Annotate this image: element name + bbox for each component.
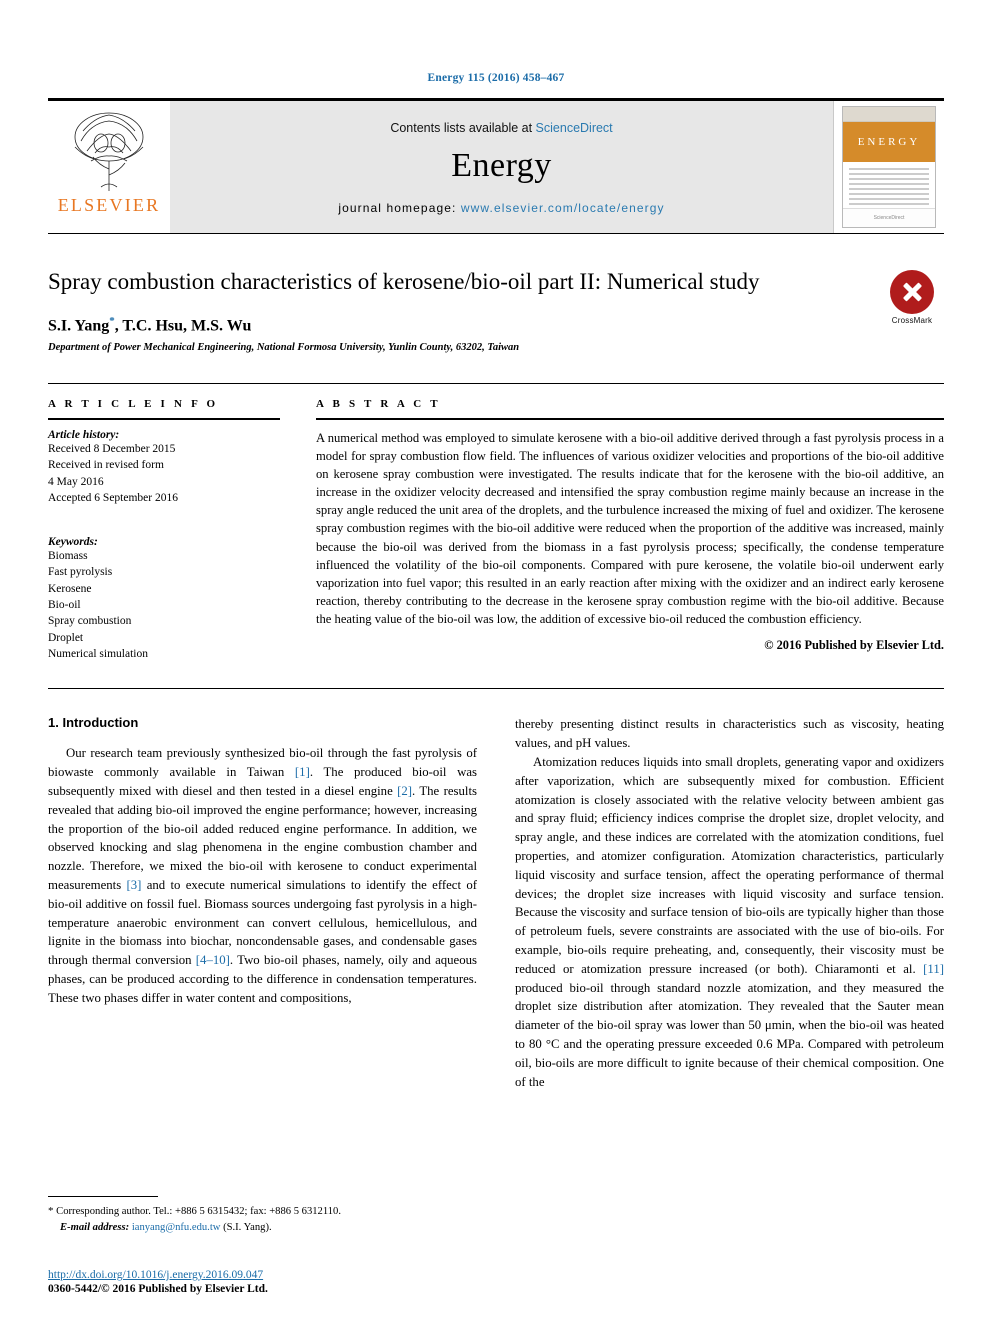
abstract-rule — [316, 417, 944, 420]
abstract-heading: A B S T R A C T — [316, 397, 441, 410]
info-abstract-section: A R T I C L E I N F O Article history: R… — [48, 382, 944, 663]
section-title-introduction: 1. Introduction — [48, 715, 139, 731]
abstract-text: A numerical method was employed to simul… — [316, 430, 944, 627]
doi-link[interactable]: http://dx.doi.org/10.1016/j.energy.2016.… — [48, 1269, 548, 1281]
footnote-corresponding-text: Corresponding author. Tel.: +886 5 63154… — [53, 1205, 342, 1217]
author-first: S.I. Yang — [48, 316, 110, 334]
affiliation: Department of Power Mechanical Engineeri… — [48, 341, 520, 353]
body-column-left: 1. Introduction Our research team previo… — [48, 715, 477, 1091]
cover-placeholder-lines — [843, 162, 935, 205]
article-history-item: Received in revised form — [48, 459, 164, 472]
abstract-column: A B S T R A C T A numerical method was e… — [316, 398, 944, 663]
citation-ref-2[interactable]: [2] — [397, 784, 412, 798]
homepage-line: journal homepage: www.elsevier.com/locat… — [338, 201, 664, 215]
article-info-rule — [48, 417, 280, 420]
body-columns: 1. Introduction Our research team previo… — [48, 715, 944, 1091]
issn-copyright-line: 0360-5442/© 2016 Published by Elsevier L… — [48, 1283, 268, 1295]
email-link[interactable]: ianyang@nfu.edu.tw — [132, 1222, 221, 1233]
keywords-label: Keywords: — [48, 536, 98, 549]
journal-cover-thumbnail: ENERGY ScienceDirect — [842, 106, 936, 228]
keyword-item: Droplet — [48, 631, 84, 644]
masthead-center: Contents lists available at ScienceDirec… — [170, 101, 833, 233]
citation-ref-1[interactable]: [1] — [295, 765, 310, 779]
citation-ref-3[interactable]: [3] — [127, 878, 142, 892]
elsevier-wordmark: ELSEVIER — [57, 195, 161, 215]
contents-prefix: Contents lists available at — [390, 121, 536, 135]
cover-footer-text: ScienceDirect — [843, 208, 935, 227]
article-history-item: 4 May 2016 — [48, 475, 104, 488]
intro-paragraph-right-atomization: Atomization reduces liquids into small d… — [515, 753, 944, 1091]
keywords-block: Keywords: Biomass Fast pyrolysis Kerosen… — [48, 536, 280, 662]
article-info-column: A R T I C L E I N F O Article history: R… — [48, 398, 280, 663]
citation-ref-11[interactable]: [11] — [923, 962, 944, 976]
intro-text-segment: . The results revealed that adding bio-o… — [48, 784, 477, 893]
crossmark-icon — [890, 270, 934, 314]
footnote-email-line: E-mail address: ianyang@nfu.edu.tw (S.I.… — [48, 1220, 458, 1235]
author-rest: , T.C. Hsu, M.S. Wu — [114, 316, 252, 334]
email-owner: (S.I. Yang). — [220, 1221, 272, 1233]
footnote-rule — [48, 1195, 158, 1197]
article-info-heading: A R T I C L E I N F O — [48, 397, 219, 410]
corresponding-author-footnote: * Corresponding author. Tel.: +886 5 631… — [48, 1195, 458, 1235]
intro-paragraph-left: Our research team previously synthesized… — [48, 744, 477, 1007]
elsevier-tree-icon — [74, 112, 144, 191]
crossmark-badge[interactable]: CrossMark — [880, 270, 944, 325]
body-divider — [48, 688, 944, 690]
intro-paragraph-right-continued: thereby presenting distinct results in c… — [515, 717, 944, 751]
keyword-item: Kerosene — [48, 582, 92, 595]
homepage-url-link[interactable]: www.elsevier.com/locate/energy — [461, 201, 665, 215]
keyword-item: Bio-oil — [48, 599, 81, 612]
email-address-label: E-mail address: — [60, 1221, 130, 1233]
article-history-item: Accepted 6 September 2016 — [48, 491, 178, 504]
journal-masthead: ELSEVIER Contents lists available at Sci… — [48, 98, 944, 234]
page-footer: http://dx.doi.org/10.1016/j.energy.2016.… — [48, 1269, 548, 1295]
contents-line: Contents lists available at ScienceDirec… — [390, 121, 612, 135]
intro-text-segment: produced bio-oil through standard nozzle… — [515, 980, 944, 1089]
intro-text-segment: Atomization reduces liquids into small d… — [515, 755, 944, 976]
journal-title: Energy — [451, 147, 552, 184]
journal-cover-slot: ENERGY ScienceDirect — [833, 101, 944, 233]
citation-ref-4-10[interactable]: [4–10] — [196, 953, 230, 967]
keyword-item: Biomass — [48, 550, 88, 563]
running-head: Energy 115 (2016) 458–467 — [427, 72, 565, 84]
article-page: Energy 115 (2016) 458–467 ELSEVIER Conte… — [0, 0, 992, 1323]
footnote-corresponding-line: * Corresponding author. Tel.: +886 5 631… — [48, 1204, 458, 1220]
cover-body — [843, 162, 935, 208]
sciencedirect-link[interactable]: ScienceDirect — [536, 121, 613, 135]
keyword-item: Fast pyrolysis — [48, 566, 113, 579]
crossmark-label: CrossMark — [891, 316, 933, 325]
homepage-prefix: journal homepage: — [338, 201, 461, 215]
article-history-item: Received 8 December 2015 — [48, 442, 176, 455]
article-history-label: Article history: — [48, 428, 120, 441]
cover-band-title: ENERGY — [843, 122, 935, 162]
author-list: S.I. Yang*, T.C. Hsu, M.S. Wu — [48, 315, 824, 335]
page-title: Spray combustion characteristics of kero… — [48, 269, 760, 294]
keyword-item: Spray combustion — [48, 615, 132, 628]
keyword-item: Numerical simulation — [48, 648, 148, 661]
abstract-copyright: © 2016 Published by Elsevier Ltd. — [764, 638, 944, 653]
body-column-right: thereby presenting distinct results in c… — [515, 715, 944, 1091]
cover-top-strip — [843, 107, 935, 122]
publisher-logo: ELSEVIER — [48, 101, 170, 233]
title-block: Spray combustion characteristics of kero… — [48, 268, 944, 353]
